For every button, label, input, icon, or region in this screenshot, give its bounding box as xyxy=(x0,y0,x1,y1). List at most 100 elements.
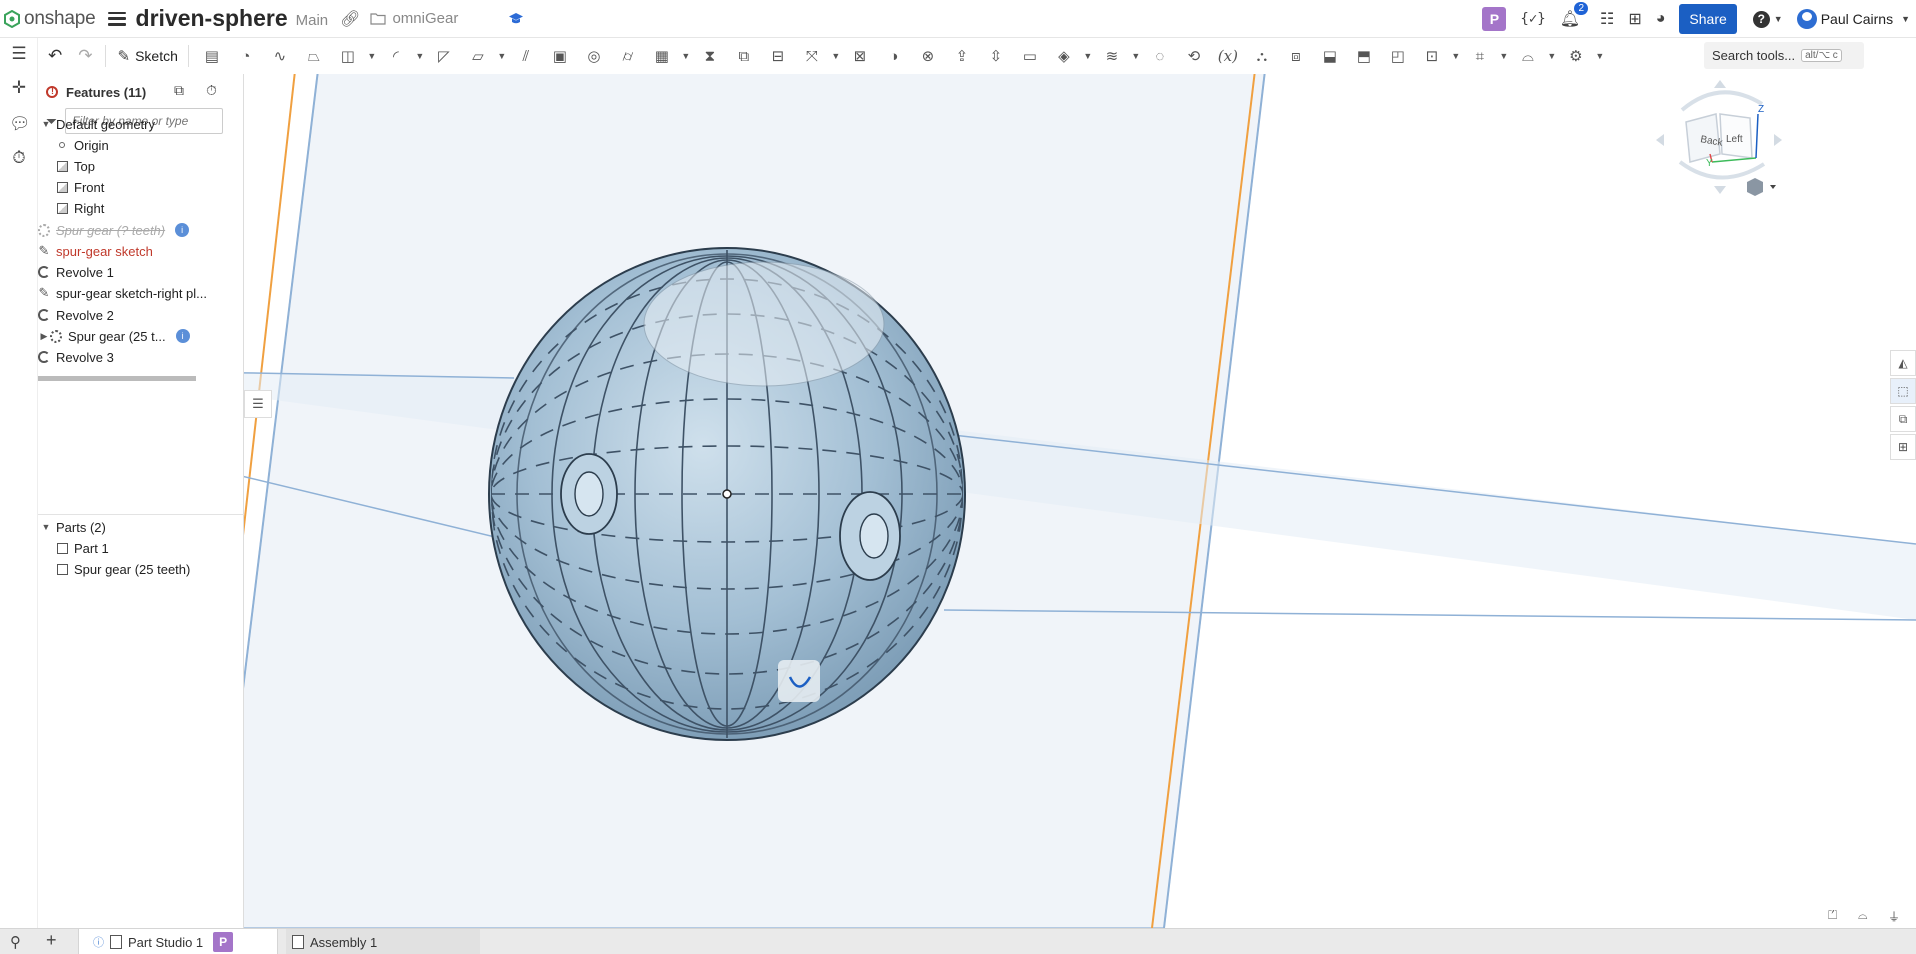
variables-icon[interactable]: {✓} xyxy=(1520,11,1545,27)
tab-assembly-1[interactable]: Assembly 1 xyxy=(286,929,480,954)
notifications-icon[interactable]: 🔔︎ 2 xyxy=(1560,2,1588,29)
part-item[interactable]: Part 1 xyxy=(56,538,109,558)
measure-tool-icon[interactable]: ⛬ xyxy=(1245,43,1279,69)
measure-icon[interactable]: ⏚ xyxy=(1888,908,1900,925)
tool-chevron-down-icon[interactable]: ▼ xyxy=(1545,43,1559,69)
error-icon[interactable] xyxy=(46,86,58,98)
info-badge-icon[interactable]: i xyxy=(175,223,190,237)
fit-spline-tool-icon[interactable]: ◌ xyxy=(1143,43,1177,69)
graphics-viewport[interactable]: Back Left Z Y ☰ ◭ ⬚ ⧉ ⊞ ⏍ ⌓ ⏚ xyxy=(244,74,1916,928)
main-menu-icon[interactable] xyxy=(107,11,126,26)
tab-part-studio-1[interactable]: ⓘ Part Studio 1 P xyxy=(78,929,278,954)
user-name[interactable]: Paul Cairns xyxy=(1821,11,1893,27)
isocurve-tool-icon[interactable]: ⟲ xyxy=(1177,43,1211,69)
loft-tool-icon[interactable]: ⏢ xyxy=(297,43,331,69)
pattern-tool-icon[interactable]: ▦ xyxy=(645,43,679,69)
tree-item-top-plane[interactable]: Top xyxy=(56,156,95,176)
comments-icon[interactable]: 💬︎ xyxy=(9,114,31,134)
rib-tool-icon[interactable]: ⫽ xyxy=(509,43,543,69)
add-folder-icon[interactable]: ⧉ xyxy=(174,82,184,99)
mate-connector-tool-icon[interactable]: ◈ xyxy=(1047,43,1081,69)
chamfer-tool-icon[interactable]: ◸ xyxy=(427,43,461,69)
insert-icon[interactable]: ✛ xyxy=(9,78,29,98)
extrude-tool-icon[interactable]: ▤ xyxy=(195,43,229,69)
history-icon[interactable]: ⏱︎ xyxy=(9,148,29,168)
replace-face-tool-icon[interactable]: ⇳ xyxy=(979,43,1013,69)
shell-tool-icon[interactable]: ▣ xyxy=(543,43,577,69)
split-tool-icon[interactable]: ⊟ xyxy=(761,43,795,69)
surface-tool-icon[interactable]: ⌓ xyxy=(1511,43,1545,69)
delete-face-tool-icon[interactable]: ⊗ xyxy=(911,43,945,69)
hole-tool-icon[interactable]: ◎ xyxy=(577,43,611,69)
tool-chevron-down-icon[interactable]: ▼ xyxy=(1497,43,1511,69)
sheet-metal-tool-icon[interactable]: ⧈ xyxy=(1279,43,1313,69)
variable-tool-icon[interactable]: (x) xyxy=(1211,43,1245,69)
draft-tool-icon[interactable]: ▱ xyxy=(461,43,495,69)
part-item[interactable]: Spur gear (25 teeth) xyxy=(56,559,190,579)
workspace-badge[interactable]: P xyxy=(1482,7,1507,31)
feature-list-icon[interactable]: ☰ xyxy=(9,44,29,64)
feature-revolve-2[interactable]: Revolve 2 xyxy=(38,305,114,325)
folder-name[interactable]: omniGear xyxy=(392,10,458,27)
search-tabs-icon[interactable]: ⚲ xyxy=(10,933,21,951)
feature-revolve-1[interactable]: Revolve 1 xyxy=(38,262,114,282)
tool-chevron-down-icon[interactable]: ▼ xyxy=(1593,43,1607,69)
flange-tool-icon[interactable]: ⬓ xyxy=(1313,43,1347,69)
sketch-button[interactable]: ✎ Sketch xyxy=(118,47,178,65)
panel-collapse-icon[interactable]: ☰ xyxy=(244,390,272,418)
fillet-tool-icon[interactable]: ◜ xyxy=(379,43,413,69)
move-face-tool-icon[interactable]: ⇪ xyxy=(945,43,979,69)
cylinder-tool-icon[interactable]: ⌭ xyxy=(611,43,645,69)
learning-icon[interactable]: ◕ xyxy=(1656,10,1666,28)
section-view-icon[interactable]: ⌓ xyxy=(1858,908,1868,923)
feature-spur-gear-suppressed[interactable]: Spur gear (? teeth) i xyxy=(38,220,190,240)
help-icon[interactable]: ? xyxy=(1752,10,1770,28)
user-avatar[interactable] xyxy=(1796,9,1817,29)
custom-feature-tool-icon[interactable]: ⚙︎ xyxy=(1559,43,1593,69)
bend-tool-icon[interactable]: ⊡ xyxy=(1415,43,1449,69)
tool-chevron-down-icon[interactable]: ▼ xyxy=(365,43,379,69)
model-scene[interactable]: Back Left Z Y xyxy=(244,74,1916,928)
part-properties-icon[interactable]: ⬚ xyxy=(1890,378,1916,404)
folder-icon[interactable] xyxy=(370,12,387,25)
tool-chevron-down-icon[interactable]: ▼ xyxy=(495,43,509,69)
learning-center-icon[interactable] xyxy=(508,12,524,25)
expanded-chevron-icon[interactable]: ▼ xyxy=(40,522,52,532)
revolve-tool-icon[interactable]: ◔ xyxy=(229,43,263,69)
mirror-tool-icon[interactable]: ⧗ xyxy=(693,43,727,69)
onshape-logo[interactable]: onshape xyxy=(4,8,96,30)
modify-fillet-tool-icon[interactable]: ◑ xyxy=(877,43,911,69)
link-icon[interactable]: 🔗︎ xyxy=(340,9,360,29)
parts-group[interactable]: ▼ Parts (2) xyxy=(40,517,106,537)
view-cube[interactable]: Back Left Z Y xyxy=(1656,80,1782,194)
parts-divider[interactable] xyxy=(38,514,244,515)
driven-sphere-part[interactable] xyxy=(488,247,966,741)
sweep-tool-icon[interactable]: ∿ xyxy=(263,43,297,69)
frame-tool-icon[interactable]: ⌗ xyxy=(1463,43,1497,69)
feature-spur-gear-sketch-right[interactable]: ✎ spur-gear sketch-right pl... xyxy=(38,283,207,303)
rotate-handle[interactable] xyxy=(778,660,820,702)
redo-icon[interactable]: ↷ xyxy=(78,46,92,66)
rollback-bar[interactable] xyxy=(38,376,196,381)
tool-chevron-down-icon[interactable]: ▼ xyxy=(679,43,693,69)
appearance-panel-icon[interactable]: ◭ xyxy=(1890,350,1916,376)
tool-chevron-down-icon[interactable]: ▼ xyxy=(1449,43,1463,69)
variables-table-icon[interactable]: ⊞ xyxy=(1890,434,1916,460)
boolean-tool-icon[interactable]: ⧉ xyxy=(727,43,761,69)
display-mode-icon[interactable]: ⏍ xyxy=(1828,908,1837,923)
helix-tool-icon[interactable]: ≋ xyxy=(1095,43,1129,69)
tool-chevron-down-icon[interactable]: ▼ xyxy=(1129,43,1143,69)
tool-chevron-down-icon[interactable]: ▼ xyxy=(829,43,843,69)
thicken-tool-icon[interactable]: ◫ xyxy=(331,43,365,69)
expanded-chevron-icon[interactable]: ▼ xyxy=(40,119,52,129)
workspace-name[interactable]: Main xyxy=(296,12,329,29)
rollback-timer-icon[interactable]: ⏱︎ xyxy=(206,82,217,99)
tool-chevron-down-icon[interactable]: ▼ xyxy=(1081,43,1095,69)
share-button[interactable]: Share xyxy=(1679,4,1737,34)
document-title[interactable]: driven-sphere xyxy=(136,5,288,32)
default-geometry-group[interactable]: ▼ Default geometry xyxy=(40,114,155,134)
undo-icon[interactable]: ↶ xyxy=(48,46,62,66)
tool-chevron-down-icon[interactable]: ▼ xyxy=(413,43,427,69)
delete-part-tool-icon[interactable]: ⊠ xyxy=(843,43,877,69)
tree-item-right-plane[interactable]: Right xyxy=(56,198,104,218)
